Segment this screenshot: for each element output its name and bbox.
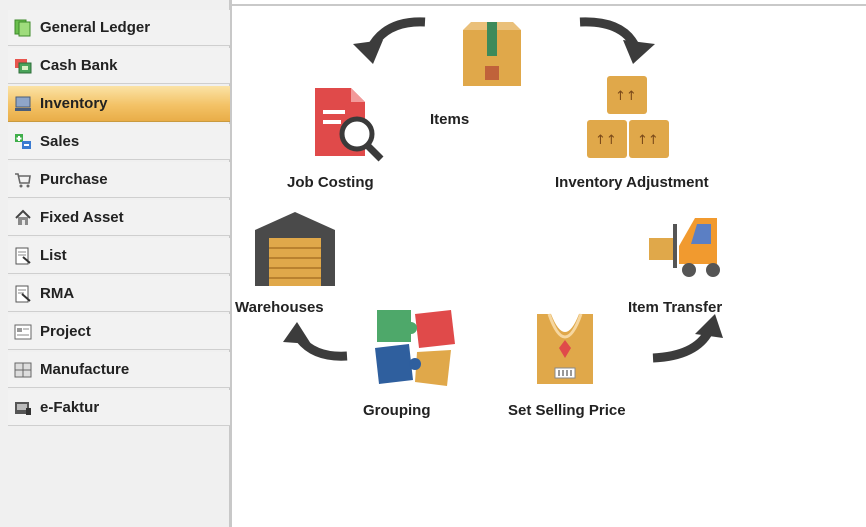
grouping-label: Grouping	[363, 402, 431, 419]
forklift-icon	[649, 218, 720, 277]
sidebar-item-rma[interactable]: RMA	[8, 276, 230, 312]
grouping-module[interactable]	[371, 304, 459, 390]
sidebar: General Ledger Cash Bank Inventory Sales…	[0, 0, 232, 527]
svg-text:↑↑: ↑↑	[615, 89, 637, 104]
rma-icon	[12, 283, 34, 305]
set-selling-price-module[interactable]	[529, 310, 601, 392]
sidebar-item-list[interactable]: List	[8, 238, 230, 274]
job-costing-label: Job Costing	[287, 174, 374, 191]
sidebar-item-label: RMA	[40, 285, 75, 302]
sidebar-item-label: e-Faktur	[40, 399, 100, 416]
items-module[interactable]	[457, 20, 527, 100]
project-icon	[12, 321, 34, 343]
svg-text:↑↑: ↑↑	[637, 133, 659, 148]
sidebar-item-label: Purchase	[40, 171, 108, 188]
sidebar-item-label: Fixed Asset	[40, 209, 124, 226]
cart-icon	[12, 169, 34, 191]
sidebar-item-label: Project	[40, 323, 91, 340]
arrow-up-left-icon	[283, 322, 348, 361]
sidebar-item-general-ledger[interactable]: General Ledger	[8, 10, 230, 46]
sidebar-item-label: Cash Bank	[40, 57, 118, 74]
items-label: Items	[430, 111, 470, 128]
list-icon	[12, 245, 34, 267]
manufacture-icon	[12, 359, 34, 381]
svg-text:↑↑: ↑↑	[595, 133, 617, 148]
sidebar-item-label: Sales	[40, 133, 80, 150]
sidebar-item-label: Inventory	[40, 95, 108, 112]
sidebar-item-label: General Ledger	[40, 19, 151, 36]
stacked-boxes-icon: ↑↑ ↑↑ ↑↑	[587, 76, 669, 158]
inventory-adjustment-module[interactable]: ↑↑ ↑↑ ↑↑	[583, 74, 673, 164]
arrow-right-icon	[579, 17, 655, 64]
set-selling-price-label: Set Selling Price	[508, 402, 626, 419]
sales-icon	[12, 131, 34, 153]
sidebar-item-label: Manufacture	[40, 361, 130, 378]
sidebar-item-sales[interactable]: Sales	[8, 124, 230, 160]
inventory-adjustment-label: Inventory Adjustment	[555, 174, 709, 191]
item-transfer-label: Item Transfer	[628, 299, 723, 316]
inventory-panel: Items Job Costing ↑↑ ↑↑ ↑↑ Inventory Adj…	[235, 6, 866, 527]
sidebar-item-efaktur[interactable]: e-Faktur	[8, 390, 230, 426]
item-transfer-module[interactable]	[645, 214, 729, 280]
necklace-icon	[537, 313, 593, 384]
sidebar-item-purchase[interactable]: Purchase	[8, 162, 230, 198]
arrow-left-icon	[353, 17, 426, 64]
sidebar-item-manufacture[interactable]: Manufacture	[8, 352, 230, 388]
box-icon	[463, 22, 521, 86]
inventory-icon	[12, 93, 34, 115]
ledger-icon	[12, 17, 34, 39]
sidebar-item-label: List	[40, 247, 67, 264]
job-costing-module[interactable]	[311, 80, 389, 162]
warehouses-module[interactable]	[251, 208, 339, 288]
warehouses-label: Warehouses	[235, 299, 324, 316]
sidebar-item-cash-bank[interactable]: Cash Bank	[8, 48, 230, 84]
cash-bank-icon	[12, 55, 34, 77]
efaktur-icon	[12, 397, 34, 419]
house-icon	[12, 207, 34, 229]
puzzle-icon	[375, 310, 455, 386]
document-search-icon	[315, 88, 384, 162]
sidebar-item-project[interactable]: Project	[8, 314, 230, 350]
warehouse-icon	[255, 212, 335, 286]
sidebar-item-inventory[interactable]: Inventory	[8, 86, 230, 122]
sidebar-item-fixed-asset[interactable]: Fixed Asset	[8, 200, 230, 236]
